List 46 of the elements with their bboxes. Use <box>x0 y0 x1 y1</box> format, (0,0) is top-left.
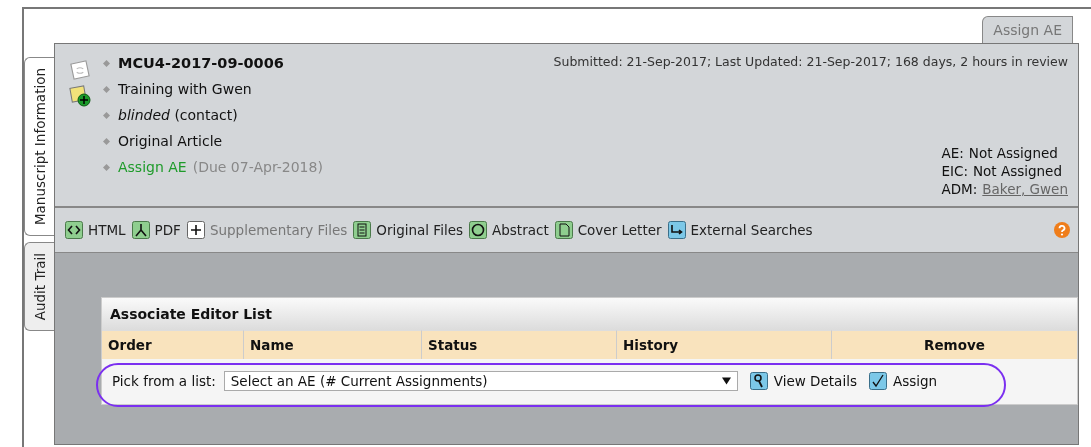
plus-icon[interactable] <box>186 221 205 239</box>
role-label: ADM: <box>941 180 978 198</box>
person-link[interactable]: Baker, Gwen <box>982 180 1068 198</box>
article-type: Original Article <box>118 132 223 151</box>
column-header: Order <box>102 330 244 359</box>
due-date: (Due 07-Apr-2018) <box>192 158 323 177</box>
review-dates: Submitted: 21-Sep-2017; Last Updated: 21-Sep-2017; 168 days, 2 hours in review <box>553 54 1068 69</box>
help-icon[interactable] <box>1054 222 1070 238</box>
toolbar-link[interactable]: External Searches <box>690 222 813 238</box>
pdf-icon[interactable] <box>131 221 150 239</box>
page-icon[interactable] <box>554 221 573 239</box>
bullet-icon <box>103 138 110 145</box>
circle-icon[interactable] <box>469 221 487 239</box>
magnifier-icon[interactable] <box>749 372 768 390</box>
bullet-icon <box>103 60 110 67</box>
editor-select[interactable]: Select an AE (# Current Assignments) <box>223 371 738 391</box>
bullet-icon <box>103 86 110 93</box>
role-value: Not Assigned <box>968 144 1058 162</box>
role-label: AE: <box>941 144 964 162</box>
pick-label: Pick from a list: <box>112 373 216 389</box>
column-header: Remove <box>832 330 1077 359</box>
manuscript-title: Training with Gwen <box>118 80 252 99</box>
toolbar-link[interactable]: PDF <box>154 222 181 238</box>
author-text: blinded (contact) <box>118 106 238 125</box>
role-value: Not Assigned <box>973 162 1062 180</box>
toolbar-link[interactable]: HTML <box>88 222 126 238</box>
caret-icon <box>721 377 731 385</box>
add-note-icon[interactable] <box>69 85 91 107</box>
document-icon[interactable] <box>353 221 372 239</box>
toolbar-link[interactable]: Abstract <box>492 222 549 238</box>
side-tab[interactable]: Audit Trail <box>24 242 54 332</box>
list-title: Associate Editor List <box>102 298 1077 330</box>
action-link[interactable]: Assign <box>892 373 938 389</box>
checkmark-icon[interactable] <box>868 372 887 390</box>
bullet-icon <box>103 164 110 171</box>
column-header: History <box>617 330 832 359</box>
bullet-icon <box>103 112 110 119</box>
action-link[interactable]: View Details <box>773 373 857 389</box>
column-header: Name <box>244 330 422 359</box>
toolbar-link[interactable]: Original Files <box>376 222 463 238</box>
side-tab[interactable]: Manuscript Information <box>24 57 54 237</box>
manuscript-id: MCU4-2017-09-0006 <box>118 54 284 73</box>
code-icon[interactable] <box>65 221 83 239</box>
role-label: EIC: <box>941 162 968 180</box>
toolbar-link[interactable]: Cover Letter <box>577 222 662 238</box>
column-header: Status <box>422 330 617 359</box>
